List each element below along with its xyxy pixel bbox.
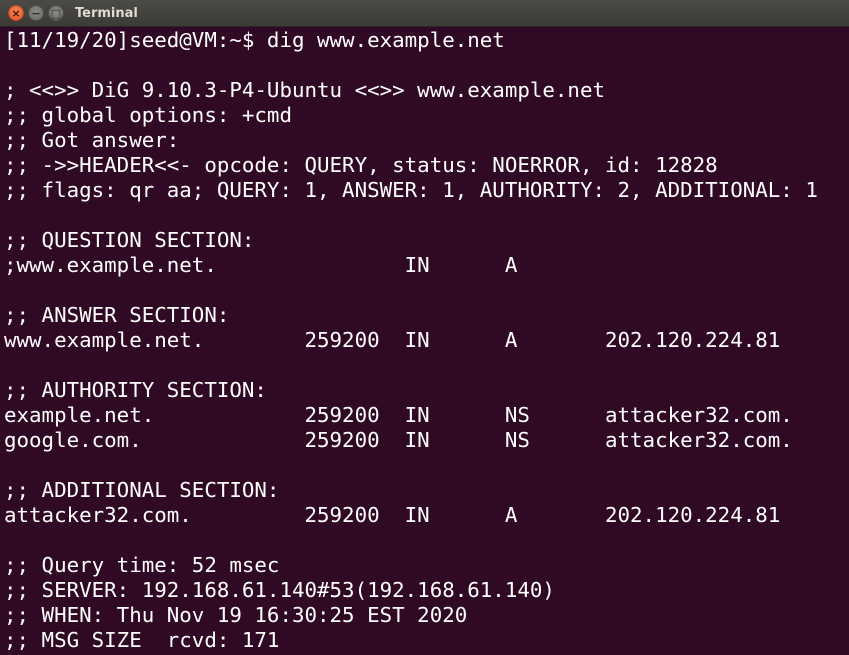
window-title: Terminal	[75, 6, 138, 21]
output-line: ;; Query time: 52 msec	[4, 553, 280, 577]
title-bar[interactable]: × − □ Terminal	[0, 0, 849, 27]
output-line: ;; MSG SIZE rcvd: 171	[4, 628, 280, 652]
output-line: ;www.example.net. IN A	[4, 253, 518, 277]
output-line: attacker32.com. 259200 IN A 202.120.224.…	[4, 503, 781, 527]
output-line: ;; AUTHORITY SECTION:	[4, 378, 267, 402]
terminal-window: × − □ Terminal [11/19/20]seed@VM:~$ dig …	[0, 0, 849, 655]
output-line: ;; ->>HEADER<<- opcode: QUERY, status: N…	[4, 153, 718, 177]
output-line: ;; flags: qr aa; QUERY: 1, ANSWER: 1, AU…	[4, 178, 818, 202]
output-line: ;; QUESTION SECTION:	[4, 228, 255, 252]
output-line: ;; SERVER: 192.168.61.140#53(192.168.61.…	[4, 578, 555, 602]
terminal-output[interactable]: [11/19/20]seed@VM:~$ dig www.example.net…	[0, 28, 849, 655]
output-line: ; <<>> DiG 9.10.3-P4-Ubuntu <<>> www.exa…	[4, 78, 605, 102]
prompt-line: [11/19/20]seed@VM:~$ dig www.example.net	[4, 28, 505, 52]
maximize-icon[interactable]: □	[48, 5, 64, 21]
output-line: ;; ADDITIONAL SECTION:	[4, 478, 280, 502]
output-line: ;; WHEN: Thu Nov 19 16:30:25 EST 2020	[4, 603, 468, 627]
output-line: google.com. 259200 IN NS attacker32.com.	[4, 428, 793, 452]
output-line: ;; Got answer:	[4, 128, 180, 152]
output-line: ;; ANSWER SECTION:	[4, 303, 230, 327]
output-line: example.net. 259200 IN NS attacker32.com…	[4, 403, 793, 427]
minimize-icon[interactable]: −	[28, 5, 44, 21]
output-line: www.example.net. 259200 IN A 202.120.224…	[4, 328, 781, 352]
output-line: ;; global options: +cmd	[4, 103, 292, 127]
close-icon[interactable]: ×	[8, 5, 24, 21]
